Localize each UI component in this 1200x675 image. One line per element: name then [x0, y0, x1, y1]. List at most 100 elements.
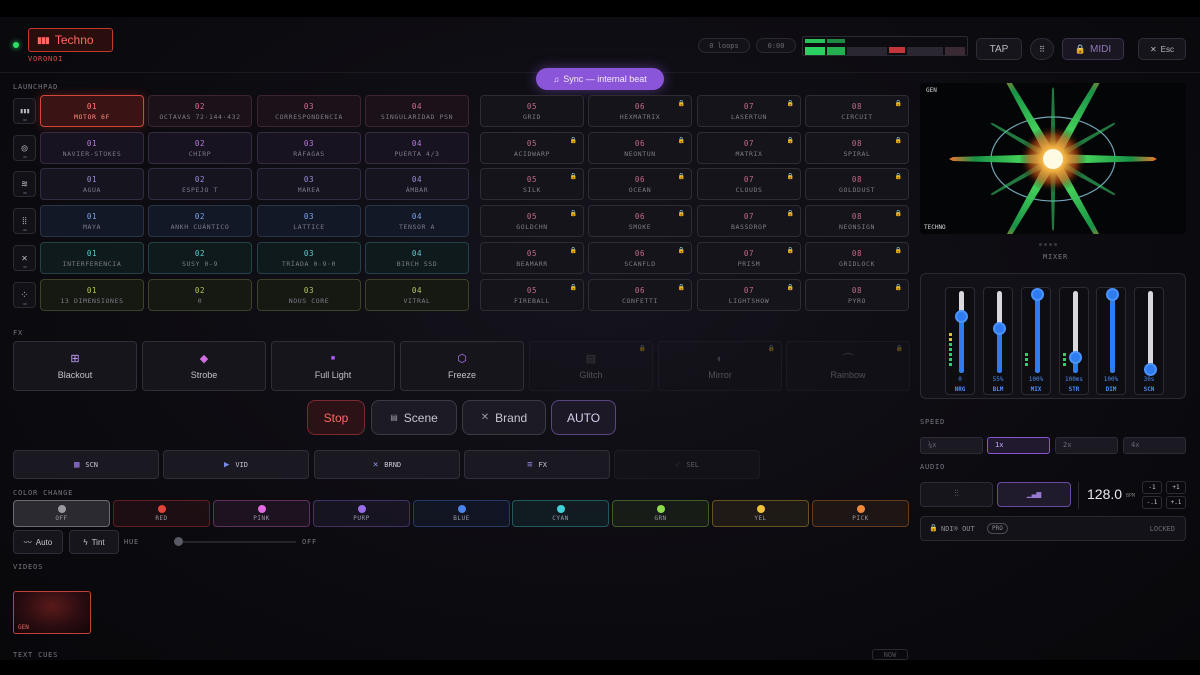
- launchpad-pad-locked[interactable]: 07 MATRIX 🔒: [697, 132, 801, 164]
- fx-strobe-button[interactable]: ◆ Strobe: [142, 341, 266, 391]
- launchpad-pad-locked[interactable]: 07 CLOUDS 🔒: [697, 168, 801, 200]
- tint-button[interactable]: ϟ Tint: [69, 530, 119, 554]
- launchpad-pad[interactable]: 04 SINGULARIDAD PSN: [365, 95, 469, 127]
- launchpad-pad[interactable]: 04 PUERTA 4/3: [365, 132, 469, 164]
- launchpad-pad[interactable]: 01 MOTOR 6F: [40, 95, 144, 127]
- audio-spectrum-button[interactable]: ▁▃▅: [997, 482, 1071, 507]
- launchpad-pad[interactable]: 03 LATTICE: [257, 205, 361, 237]
- fx-rainbow-button[interactable]: ⌒ Rainbow 🔒: [786, 341, 910, 391]
- color-yel-button[interactable]: YEL: [712, 500, 809, 527]
- launchpad-pad-locked[interactable]: 05 GOLDCHN 🔒: [480, 205, 584, 237]
- launchpad-pad[interactable]: 02 SUSY 0-9: [148, 242, 252, 274]
- scene-button[interactable]: ▤ Scene: [371, 400, 457, 435]
- color-purp-button[interactable]: PURP: [313, 500, 410, 527]
- sync-indicator[interactable]: ♫ Sync — internal beat: [536, 68, 664, 90]
- launchpad-pad[interactable]: 01 13 DIMENSIONES: [40, 279, 144, 311]
- color-cyan-button[interactable]: CYAN: [512, 500, 609, 527]
- launchpad-pad[interactable]: 03 TRÍADA 0·9·0: [257, 242, 361, 274]
- launchpad-pad-locked[interactable]: 05 ACIDWARP 🔒: [480, 132, 584, 164]
- fader-knob[interactable]: [1069, 350, 1082, 364]
- bpm-plus-01[interactable]: +.1: [1166, 496, 1186, 509]
- bpm-minus-01[interactable]: -.1: [1142, 496, 1162, 509]
- speed-option-button[interactable]: 4x: [1123, 437, 1186, 454]
- hue-slider-thumb[interactable]: [174, 537, 183, 546]
- launchpad-pad-locked[interactable]: 05 FIREBALL 🔒: [480, 279, 584, 311]
- launchpad-pad[interactable]: 03 NOUS CORE: [257, 279, 361, 311]
- launchpad-pad-locked[interactable]: 06 NEONTUN 🔒: [588, 132, 692, 164]
- launchpad-pad[interactable]: 02 CHIRP: [148, 132, 252, 164]
- launchpad-pad-locked[interactable]: 08 NEONSIGN 🔒: [805, 205, 909, 237]
- fx-freeze-button[interactable]: ⬡ Freeze: [400, 341, 524, 391]
- launchpad-pad-locked[interactable]: 08 GOLDDUST 🔒: [805, 168, 909, 200]
- color-blue-button[interactable]: BLUE: [413, 500, 510, 527]
- launchpad-pad[interactable]: 02 ESPEJO T: [148, 168, 252, 200]
- launchpad-pad[interactable]: 04 ÁMBAR: [365, 168, 469, 200]
- midi-button[interactable]: 🔒 MIDI: [1062, 38, 1124, 60]
- launchpad-pad-locked[interactable]: 05 BEAMARR 🔒: [480, 242, 584, 274]
- launchpad-row-1-button[interactable]: ▮▮▮: [13, 98, 36, 124]
- color-off-button[interactable]: OFF: [13, 500, 110, 527]
- launchpad-pad[interactable]: 01 NAVIER-STOKES: [40, 132, 144, 164]
- ndi-output-row[interactable]: 🔒 NDI® OUT PRO LOCKED: [920, 516, 1186, 541]
- speed-option-button[interactable]: 1x: [987, 437, 1050, 454]
- fx-glitch-button[interactable]: ▤ Glitch 🔒: [529, 341, 653, 391]
- launchpad-pad[interactable]: 01 MAYA: [40, 205, 144, 237]
- launchpad-pad-locked[interactable]: 07 PRISM 🔒: [697, 242, 801, 274]
- fader-knob[interactable]: [955, 309, 968, 323]
- video-thumbnail[interactable]: GEN: [13, 591, 91, 634]
- bpm-minus-1[interactable]: -1: [1142, 481, 1162, 494]
- category-vid-button[interactable]: ▶ VID: [163, 450, 309, 479]
- bpm-plus-1[interactable]: +1: [1166, 481, 1186, 494]
- stop-button[interactable]: Stop: [307, 400, 365, 435]
- launchpad-row-6-button[interactable]: ⁘: [13, 282, 36, 308]
- brand-button[interactable]: ✕ Brand: [462, 400, 546, 435]
- color-red-button[interactable]: RED: [113, 500, 210, 527]
- fx-blackout-button[interactable]: ⊞ Blackout: [13, 341, 137, 391]
- launchpad-pad-locked[interactable]: 08 GRIDLOCK 🔒: [805, 242, 909, 274]
- launchpad-pad-locked[interactable]: 07 BASSDROP 🔒: [697, 205, 801, 237]
- launchpad-pad[interactable]: 02 OCTAVAS 72·144·432: [148, 95, 252, 127]
- grid-toggle-button[interactable]: ⠿: [1030, 38, 1054, 60]
- now-button[interactable]: NOW: [872, 649, 908, 660]
- tap-button[interactable]: TAP: [976, 38, 1022, 60]
- category-scn-button[interactable]: ▦ SCN: [13, 450, 159, 479]
- genre-selector[interactable]: ▮▮▮ Techno: [28, 28, 113, 52]
- fx-full-light-button[interactable]: ■ Full Light: [271, 341, 395, 391]
- launchpad-pad-locked[interactable]: 08 SPIRAL 🔒: [805, 132, 909, 164]
- launchpad-row-3-button[interactable]: ≋: [13, 171, 36, 197]
- audio-eq-button[interactable]: ⫶⫶: [920, 482, 993, 507]
- launchpad-pad[interactable]: 03 MAREA: [257, 168, 361, 200]
- launchpad-pad-locked[interactable]: 06 OCEAN 🔒: [588, 168, 692, 200]
- category-fx-button[interactable]: ≡ FX: [464, 450, 610, 479]
- launchpad-pad[interactable]: 03 RÁFAGAS: [257, 132, 361, 164]
- launchpad-pad-locked[interactable]: 06 SCANFLD 🔒: [588, 242, 692, 274]
- category-sel-button[interactable]: ✓ SEL: [614, 450, 760, 479]
- hue-slider[interactable]: [174, 537, 296, 546]
- launchpad-pad-locked[interactable]: 06 SMOKE 🔒: [588, 205, 692, 237]
- launchpad-pad[interactable]: 02 ANKH CUÁNTICO: [148, 205, 252, 237]
- launchpad-row-2-button[interactable]: ◎: [13, 135, 36, 161]
- auto-color-button[interactable]: 〰 Auto: [13, 530, 63, 554]
- launchpad-pad-locked[interactable]: 07 LIGHTSHOW 🔒: [697, 279, 801, 311]
- launchpad-pad-locked[interactable]: 08 PYRO 🔒: [805, 279, 909, 311]
- launchpad-pad-locked[interactable]: 05 GRID: [480, 95, 584, 127]
- launchpad-pad-locked[interactable]: 05 SILK 🔒: [480, 168, 584, 200]
- launchpad-pad[interactable]: 04 TENSOR A: [365, 205, 469, 237]
- launchpad-pad[interactable]: 03 CORRESPONDENCIA: [257, 95, 361, 127]
- launchpad-row-4-button[interactable]: ⦙⦙: [13, 208, 36, 234]
- launchpad-pad[interactable]: 02 0: [148, 279, 252, 311]
- fader-track[interactable]: [1148, 291, 1153, 373]
- launchpad-pad-locked[interactable]: 06 HEXMATRIX 🔒: [588, 95, 692, 127]
- fader-knob[interactable]: [1031, 288, 1044, 301]
- color-pink-button[interactable]: PINK: [213, 500, 310, 527]
- category-brnd-button[interactable]: ✕ BRND: [314, 450, 460, 479]
- fx-mirror-button[interactable]: ◐ Mirror 🔒: [658, 341, 782, 391]
- launchpad-pad[interactable]: 01 INTERFERENCIA: [40, 242, 144, 274]
- fader-knob[interactable]: [993, 321, 1006, 335]
- launchpad-row-5-button[interactable]: ✕: [13, 245, 36, 271]
- auto-button[interactable]: AUTO: [551, 400, 616, 435]
- launchpad-pad-locked[interactable]: 06 CONFETTI 🔒: [588, 279, 692, 311]
- launchpad-pad-locked[interactable]: 07 LASERTUN 🔒: [697, 95, 801, 127]
- launchpad-pad[interactable]: 04 BIRCH SSD: [365, 242, 469, 274]
- launchpad-pad[interactable]: 04 VITRAL: [365, 279, 469, 311]
